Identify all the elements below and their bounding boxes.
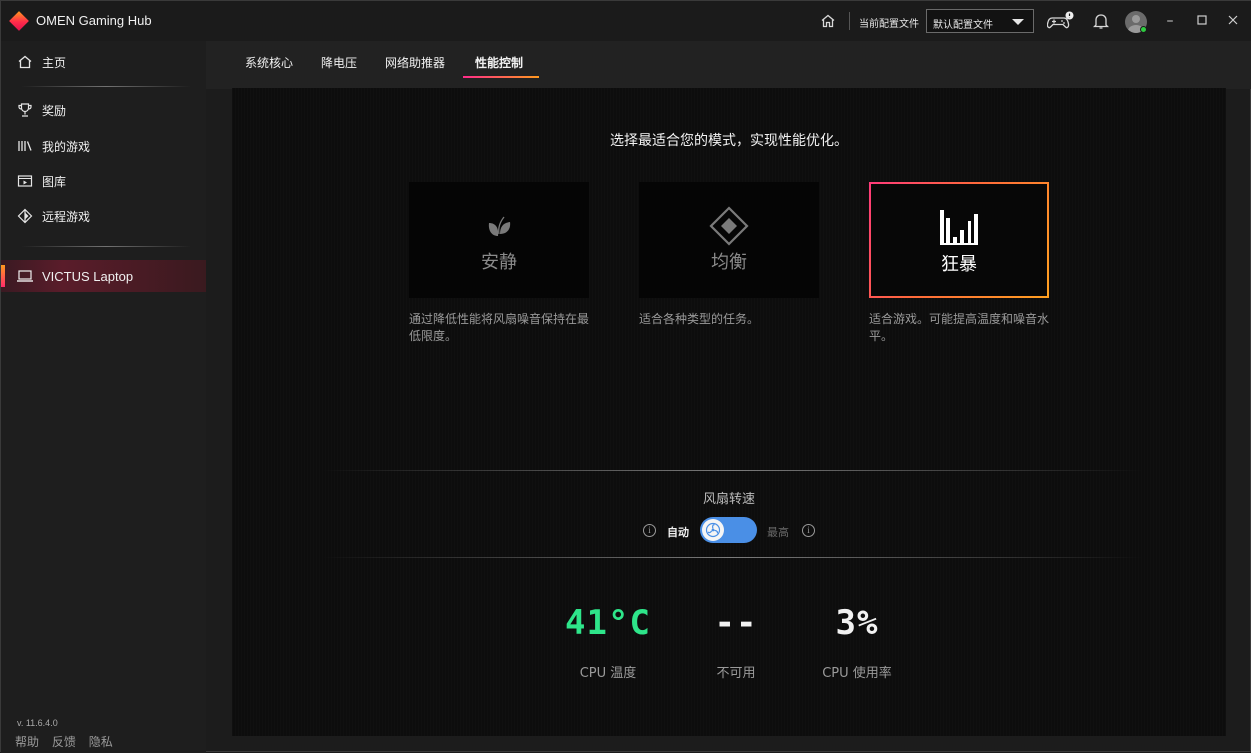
sidebar-item-device[interactable]: VICTUS Laptop	[1, 260, 206, 292]
cpu-usage-value: 3%	[835, 603, 879, 643]
sidebar-item-my-games[interactable]: 我的游戏	[1, 129, 206, 163]
section-divider	[322, 557, 1142, 558]
unavailable-label: 不可用	[716, 666, 756, 681]
tab-undervolt[interactable]: 降电压	[321, 54, 357, 71]
device-label: VICTUS Laptop	[42, 269, 134, 284]
tab-network-booster[interactable]: 网络助推器	[385, 54, 445, 71]
profile-dropdown[interactable]: 默认配置文件	[926, 9, 1034, 33]
mode-description: 适合各种类型的任务。	[639, 312, 760, 326]
section-divider	[322, 470, 1142, 471]
diamond-icon	[639, 206, 819, 246]
home-icon	[16, 53, 34, 71]
app-window: OMEN Gaming Hub 当前配置文件 默认配置文件 – 主页 奖励 我的…	[0, 0, 1251, 753]
fan-auto-label: 自动	[667, 526, 689, 539]
sidebar-item-label: 主页	[42, 55, 67, 70]
sidebar: 主页 奖励 我的游戏 图库 远程游戏 VICTUS Laptop v. 11.6…	[1, 41, 206, 753]
profile-selected-value: 默认配置文件	[933, 20, 993, 31]
unavailable-value: --	[714, 603, 758, 643]
online-status-icon	[1140, 26, 1147, 33]
chevron-down-icon	[1012, 19, 1024, 25]
cpu-usage-label: CPU 使用率	[822, 666, 892, 681]
close-icon[interactable]	[1223, 11, 1243, 31]
tab-bar: 系统核心 降电压 网络助推器 性能控制	[206, 41, 1251, 89]
title-bar: OMEN Gaming Hub 当前配置文件 默认配置文件 –	[1, 1, 1251, 41]
bell-icon[interactable]	[1091, 11, 1111, 31]
sidebar-item-remote-play[interactable]: 远程游戏	[1, 199, 206, 233]
fan-icon	[702, 519, 724, 541]
gallery-icon	[16, 172, 34, 190]
feedback-link[interactable]: 反馈	[52, 735, 76, 749]
help-link[interactable]: 帮助	[15, 735, 39, 749]
privacy-link[interactable]: 隐私	[89, 735, 113, 749]
tab-performance-control[interactable]: 性能控制	[475, 54, 523, 71]
page-title: 选择最适合您的模式，实现性能优化。	[610, 133, 848, 149]
trophy-icon	[16, 101, 34, 119]
mode-label: 均衡	[711, 252, 747, 273]
sidebar-item-gallery[interactable]: 图库	[1, 164, 206, 198]
gamepad-icon[interactable]	[1047, 11, 1075, 31]
performance-panel: 选择最适合您的模式，实现性能优化。 安静 通过降低性能将风扇噪音保持在最低限度。…	[232, 88, 1226, 736]
leaf-icon	[409, 208, 589, 244]
minimize-icon[interactable]: –	[1160, 11, 1180, 31]
sidebar-item-rewards[interactable]: 奖励	[1, 93, 206, 127]
fan-max-label: 最高	[767, 526, 789, 539]
remote-play-icon	[16, 207, 34, 225]
version-text: v. 11.6.4.0	[17, 718, 58, 728]
title-separator	[849, 12, 850, 30]
mode-card-balanced[interactable]: 均衡	[639, 182, 819, 298]
mode-card-performance[interactable]: 狂暴	[869, 182, 1049, 298]
sidebar-item-label: 奖励	[42, 103, 67, 118]
library-icon	[16, 137, 34, 155]
avatar-head-icon	[1132, 15, 1140, 23]
mode-description: 适合游戏。可能提高温度和噪音水平。	[869, 312, 1050, 343]
mode-card-quiet[interactable]: 安静	[409, 182, 589, 298]
signal-bars-icon	[871, 210, 1047, 246]
app-title: OMEN Gaming Hub	[36, 13, 152, 28]
laptop-icon	[16, 267, 34, 285]
info-icon[interactable]: i	[802, 524, 815, 537]
maximize-icon[interactable]	[1192, 11, 1212, 31]
profile-label: 当前配置文件	[859, 19, 919, 30]
cpu-temperature-value: 41°C	[565, 603, 651, 643]
sidebar-item-home[interactable]: 主页	[1, 45, 206, 79]
tab-system-core[interactable]: 系统核心	[245, 54, 293, 71]
footer-links: 帮助 反馈 隐私	[15, 733, 122, 750]
sidebar-divider	[21, 246, 191, 247]
info-icon[interactable]: i	[643, 524, 656, 537]
fan-speed-title: 风扇转速	[702, 492, 755, 507]
sidebar-item-label: 图库	[42, 174, 67, 189]
omen-logo-icon	[9, 11, 29, 31]
mode-label: 安静	[481, 252, 517, 273]
home-icon[interactable]	[818, 11, 838, 31]
active-tab-indicator	[463, 76, 539, 78]
sidebar-divider	[21, 86, 191, 87]
active-indicator	[1, 265, 5, 287]
fan-mode-toggle[interactable]	[700, 517, 757, 543]
mode-description: 通过降低性能将风扇噪音保持在最低限度。	[409, 312, 590, 343]
mode-label: 狂暴	[941, 254, 977, 275]
cpu-temperature-label: CPU 温度	[579, 666, 637, 681]
sidebar-item-label: 远程游戏	[42, 209, 91, 224]
sidebar-item-label: 我的游戏	[42, 139, 91, 154]
